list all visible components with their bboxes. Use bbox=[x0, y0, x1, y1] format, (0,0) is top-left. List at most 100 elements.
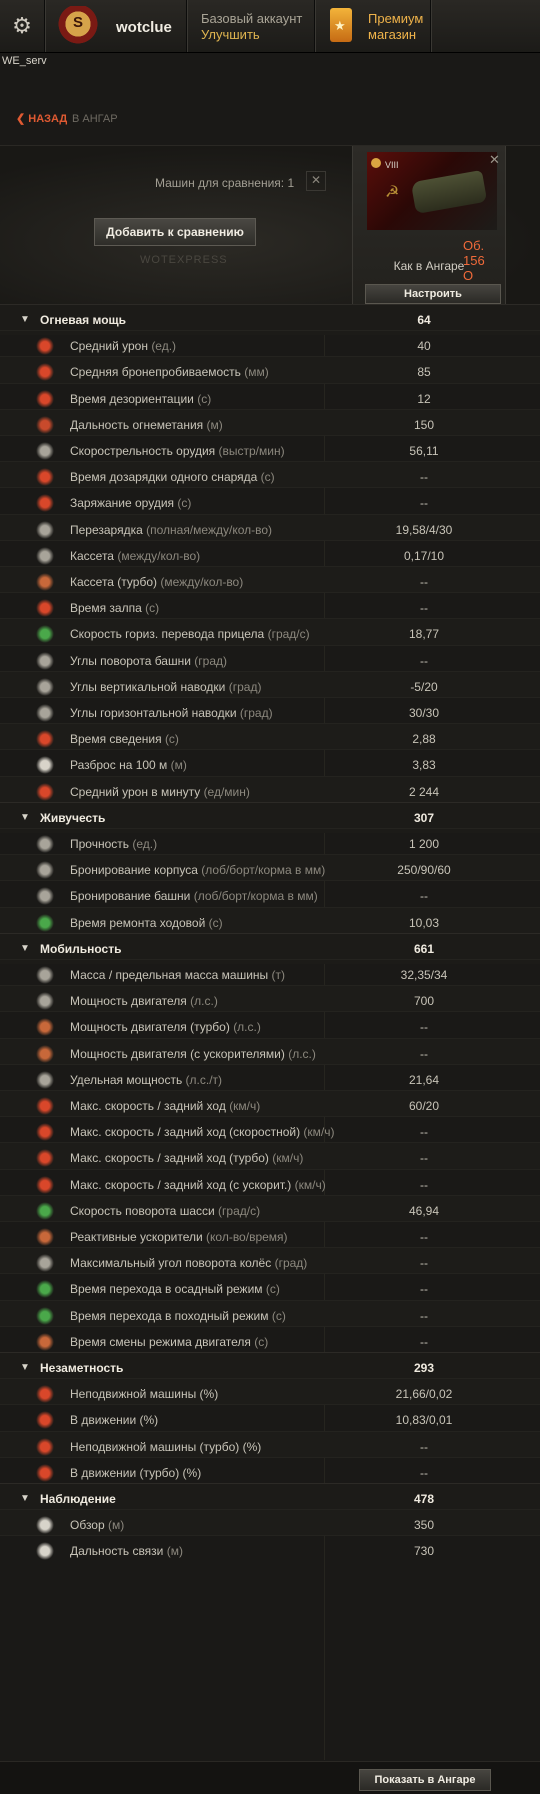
tank-image: VIII ☭ Об. 156 О bbox=[367, 152, 497, 283]
stat-value: -- bbox=[420, 1308, 428, 1323]
chevron-down-icon[interactable]: ▼ bbox=[20, 812, 30, 823]
add-to-compare-button[interactable]: Добавить к сравнению bbox=[94, 218, 256, 246]
configure-button[interactable]: Настроить bbox=[365, 284, 501, 304]
stat-value: -- bbox=[420, 653, 428, 668]
stat-label: Дальность связи (м) bbox=[70, 1544, 183, 1558]
stat-value: 46,94 bbox=[408, 1203, 440, 1218]
section-title: Огневая мощь bbox=[40, 313, 127, 327]
premium-shop-label-line1[interactable]: Премиум bbox=[368, 11, 423, 26]
premium-shop-label-line2[interactable]: магазин bbox=[368, 27, 416, 42]
stat-row: Время сведения (с) 2,88 bbox=[0, 723, 540, 751]
stat-icon bbox=[36, 363, 54, 382]
player-nickname[interactable]: wotclue bbox=[116, 19, 172, 36]
stat-icon bbox=[36, 1201, 54, 1220]
stat-row: Средний урон в минуту (ед/мин) 2 244 bbox=[0, 775, 540, 803]
stat-icon bbox=[36, 520, 54, 539]
stat-value: 19,58/4/30 bbox=[395, 522, 453, 537]
clear-compare-close-icon[interactable]: ✕ bbox=[306, 171, 326, 191]
divider bbox=[186, 0, 187, 52]
stat-icon bbox=[36, 599, 54, 618]
stat-label-text: Кассета (турбо) bbox=[70, 575, 158, 589]
stat-value: 12 bbox=[417, 391, 431, 406]
stat-unit: (град) bbox=[274, 1256, 308, 1271]
chevron-down-icon[interactable]: ▼ bbox=[20, 1493, 30, 1504]
stat-label-text: Макс. скорость / задний ход (турбо) bbox=[70, 1151, 269, 1166]
stat-label-text: Заряжание орудия bbox=[70, 496, 175, 511]
stat-row: Время дозарядки одного снаряда (с) -- bbox=[0, 461, 540, 489]
stat-icon bbox=[36, 1542, 54, 1561]
stat-value: 85 bbox=[417, 365, 431, 380]
stat-unit: (с) bbox=[260, 470, 275, 485]
stat-icon bbox=[36, 1332, 54, 1351]
stat-value: 2 244 bbox=[408, 784, 440, 799]
chevron-down-icon[interactable]: ▼ bbox=[20, 1362, 30, 1373]
stat-label-text: В движении (турбо) (%) bbox=[70, 1465, 202, 1480]
stat-label: Кассета (турбо) (между/кол-во) bbox=[70, 575, 243, 589]
remove-vehicle-close-icon[interactable]: ✕ bbox=[489, 152, 500, 168]
stat-unit: (между/кол-во) bbox=[160, 575, 244, 589]
stat-label: Кассета (между/кол-во) bbox=[70, 549, 200, 563]
stat-icon bbox=[36, 677, 54, 696]
stat-value: 10,83/0,01 bbox=[395, 1413, 453, 1428]
stat-label-text: Время ремонта ходовой bbox=[70, 915, 206, 930]
stat-unit: (л.с.) bbox=[233, 1020, 261, 1035]
stat-label-text: Неподвижной машины (турбо) (%) bbox=[70, 1439, 262, 1454]
stat-icon bbox=[36, 887, 54, 906]
nation-icon bbox=[371, 158, 381, 168]
stat-unit: (град) bbox=[194, 653, 227, 668]
stat-row: Углы горизонтальной наводки (град) 30/30 bbox=[0, 697, 540, 724]
show-in-hangar-button[interactable]: Показать в Ангаре bbox=[359, 1769, 491, 1791]
stat-unit: (ед/мин) bbox=[203, 784, 250, 799]
stat-unit: (выстр/мин) bbox=[218, 444, 285, 458]
stat-label: Макс. скорость / задний ход (км/ч) bbox=[70, 1099, 260, 1113]
stat-label-text: Средний урон bbox=[70, 339, 148, 354]
stat-label-text: Дальность огнеметания bbox=[70, 417, 204, 432]
chevron-down-icon[interactable]: ▼ bbox=[20, 314, 30, 325]
stat-unit: (с) bbox=[265, 1282, 280, 1297]
stat-label-text: Углы горизонтальной наводки bbox=[70, 706, 237, 720]
stat-icon bbox=[36, 1437, 54, 1456]
stat-icon bbox=[36, 861, 54, 880]
chevron-down-icon[interactable]: ▼ bbox=[20, 943, 30, 954]
section-score: 64 bbox=[417, 313, 431, 327]
stat-value: -- bbox=[420, 1256, 428, 1271]
stat-label-text: Мощность двигателя (турбо) bbox=[70, 1020, 230, 1035]
stat-unit: (л.с.) bbox=[190, 994, 218, 1009]
stat-label: Время дезориентации (с) bbox=[70, 392, 211, 406]
stat-value: 3,83 bbox=[412, 758, 436, 773]
stat-value: -- bbox=[420, 1334, 428, 1349]
stat-label: Средний урон в минуту (ед/мин) bbox=[70, 785, 250, 799]
stat-value: -- bbox=[420, 575, 428, 589]
stat-value: -- bbox=[420, 1465, 428, 1480]
stat-row: Бронирование башни (лоб/борт/корма в мм)… bbox=[0, 880, 540, 907]
stat-value: -- bbox=[420, 1230, 428, 1244]
stat-unit: (м) bbox=[206, 417, 223, 432]
stat-label: Время сведения (с) bbox=[70, 732, 179, 746]
stat-unit: (мм) bbox=[244, 365, 269, 380]
stat-unit: (между/кол-во) bbox=[117, 548, 201, 563]
stat-label-text: Средний урон в минуту bbox=[70, 784, 201, 799]
gear-icon[interactable]: ⚙ bbox=[8, 12, 36, 40]
stat-label-text: Время сведения bbox=[70, 732, 162, 747]
stat-row: Максимальный угол поворота колёс (град) -… bbox=[0, 1247, 540, 1275]
stat-value: -- bbox=[420, 1020, 428, 1035]
stat-row: Кассета (между/кол-во) 0,17/10 bbox=[0, 539, 540, 567]
section-score: 293 bbox=[413, 1361, 435, 1375]
stat-label-text: Удельная мощность bbox=[70, 1072, 183, 1087]
stat-unit: (с) bbox=[254, 1334, 269, 1349]
stat-label: Заряжание орудия (с) bbox=[70, 496, 191, 510]
stat-icon bbox=[36, 1228, 54, 1246]
stat-unit: (км/ч) bbox=[294, 1177, 326, 1192]
stat-label: Мощность двигателя (с ускорителями) (л.с… bbox=[70, 1047, 316, 1061]
stat-label: Бронирование корпуса (лоб/борт/корма в м… bbox=[70, 863, 325, 877]
stat-row: Заряжание орудия (с) -- bbox=[0, 487, 540, 514]
upgrade-account-link[interactable]: Улучшить bbox=[201, 27, 260, 42]
stat-label-text: Углы поворота башни bbox=[70, 653, 191, 668]
premium-shop-icon[interactable] bbox=[330, 8, 352, 42]
back-button[interactable]: ❮ НАЗАД bbox=[16, 112, 67, 125]
stat-row: Макс. скорость / задний ход (скоростной)… bbox=[0, 1116, 540, 1143]
player-emblem-icon[interactable]: S bbox=[56, 6, 100, 46]
stat-icon bbox=[36, 651, 54, 670]
stat-icon bbox=[36, 1097, 54, 1115]
stat-label-text: Скорость поворота шасси bbox=[70, 1203, 215, 1218]
